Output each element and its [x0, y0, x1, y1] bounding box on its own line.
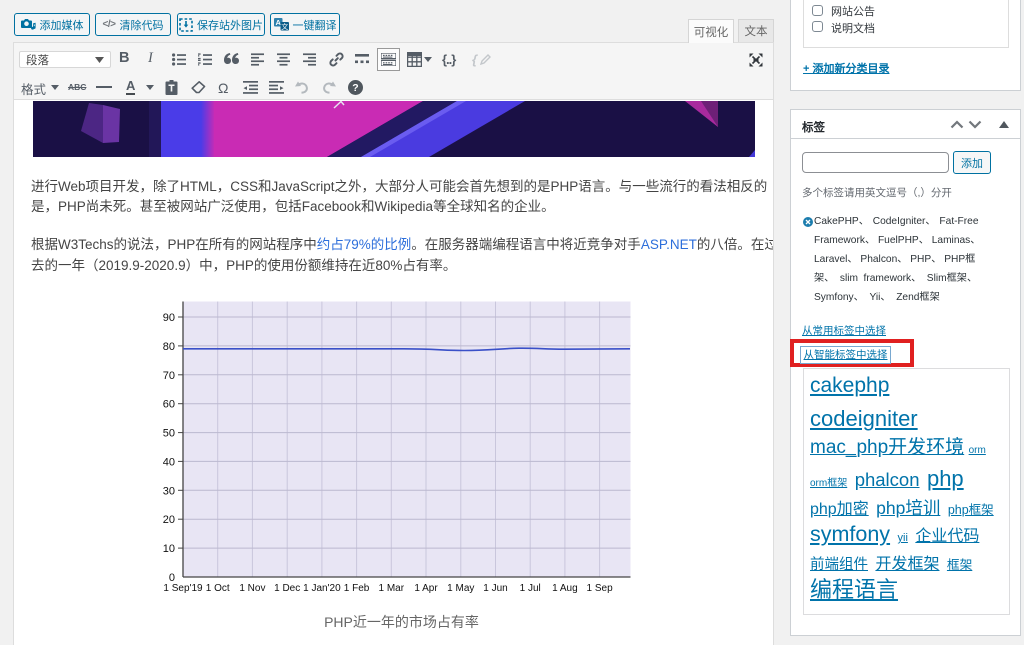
svg-text:80: 80: [163, 341, 175, 353]
svg-text:1 Mar: 1 Mar: [379, 583, 405, 594]
svg-text:1 Dec: 1 Dec: [274, 583, 300, 594]
svg-text:1 Jul: 1 Jul: [520, 583, 541, 594]
svg-text:1 Jan'20: 1 Jan'20: [303, 583, 341, 594]
svg-text:90: 90: [163, 312, 175, 324]
svg-text:1 Apr: 1 Apr: [414, 583, 438, 594]
svg-text:1 Feb: 1 Feb: [344, 583, 370, 594]
svg-text:1 Aug: 1 Aug: [552, 583, 578, 594]
svg-text:1 Jun: 1 Jun: [483, 583, 507, 594]
svg-text:50: 50: [163, 428, 175, 440]
svg-text:1 Oct: 1 Oct: [206, 583, 230, 594]
svg-text:1 Sep'19: 1 Sep'19: [163, 583, 203, 594]
svg-text:1 Sep: 1 Sep: [587, 583, 614, 594]
svg-text:40: 40: [163, 456, 175, 468]
svg-text:文: 文: [281, 22, 288, 31]
svg-text:10: 10: [163, 543, 175, 555]
svg-text:70: 70: [163, 370, 175, 382]
svg-text:30: 30: [163, 485, 175, 497]
svg-text:60: 60: [163, 399, 175, 411]
svg-text:1 Nov: 1 Nov: [239, 583, 265, 594]
svg-text:20: 20: [163, 514, 175, 526]
svg-text:1 May: 1 May: [447, 583, 474, 594]
